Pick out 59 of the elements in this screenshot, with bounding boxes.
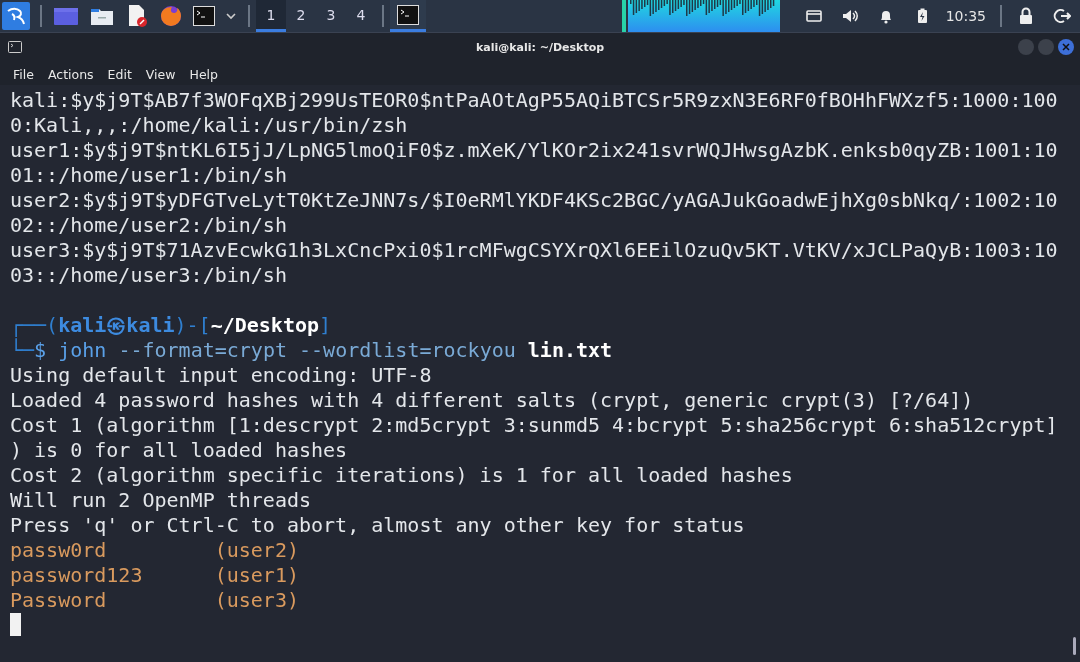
cracked-user: (user2)	[214, 538, 299, 562]
workspace-tab[interactable]: 1	[256, 0, 286, 32]
command-name: john	[58, 338, 107, 362]
close-icon	[1062, 43, 1070, 51]
text-cursor	[10, 613, 21, 636]
terminal-line: ) is 0 for all loaded hashes	[10, 438, 348, 462]
workspace-tab[interactable]: 2	[286, 0, 316, 32]
app-menu-button[interactable]	[2, 2, 30, 30]
prompt-frame: )-[	[174, 313, 211, 337]
terminal-line: user2:$y$j9T$yDFGTveLytT0KtZeJNN7s/$I0eRMlYKDF4KSc2BGC/yAGAJukGoadwEjhXg0sbNkq/:1002:10	[10, 188, 1058, 212]
command-file: lin.txt	[527, 338, 613, 362]
terminal-line: 0:Kali,,,:/home/kali:/usr/bin/zsh	[10, 113, 408, 137]
terminal-line: 03::/home/user3:/bin/sh	[10, 263, 287, 287]
clock[interactable]: 10:35	[945, 8, 986, 24]
terminal-line: Will run 2 OpenMP threads	[10, 488, 312, 512]
menu-item[interactable]: Help	[182, 66, 225, 82]
cracked-password: passw0rd	[10, 538, 108, 563]
prompt-user: kali	[58, 313, 107, 337]
command-arguments: --format=crypt --wordlist=rockyou	[118, 338, 516, 362]
prompt-sign: $	[34, 338, 47, 362]
cracked-user: (user1)	[214, 563, 299, 587]
terminal-task-button[interactable]	[390, 0, 426, 32]
cracked-password: Password	[10, 588, 108, 613]
terminal-line: kali:$y$j9T$AB7f3WOFqXBj299UsTEOR0$ntPaAOtAgP55AQiBTCSr5R9zxN3E6RF0fBOHhFWXzf5:1000:100	[10, 88, 1058, 112]
terminal-line: Using default input encoding: UTF-8	[10, 363, 432, 387]
workspace-tab[interactable]: 3	[316, 0, 346, 32]
menu-item[interactable]: View	[138, 66, 183, 82]
close-button[interactable]	[1058, 39, 1074, 55]
screen-icon[interactable]	[804, 7, 823, 25]
terminal-icon	[8, 41, 22, 53]
terminal-line: Loaded 4 password hashes with 4 different salts (crypt, generic crypt(3) [?/64])	[10, 388, 974, 412]
menu-item[interactable]: File	[6, 66, 41, 82]
logout-icon[interactable]	[1053, 7, 1071, 25]
chevron-down-icon[interactable]	[225, 10, 237, 22]
terminal-line: 02::/home/user2:/bin/sh	[10, 213, 287, 237]
workspace-tab[interactable]: 4	[346, 0, 376, 32]
prompt-path: ~/Desktop	[210, 313, 319, 337]
terminal-icon	[397, 4, 419, 25]
terminal-line: user1:$y$j9T$ntKL6I5jJ/LpNG5lmoQiF0$z.mXeK/YlKOr2ix241svrWQJHwsgAzbK.enksb0qyZB:1001:10	[10, 138, 1058, 162]
prompt-frame: ┌──(	[10, 313, 59, 337]
desktop-icon[interactable]	[53, 5, 79, 27]
terminal-line: 01::/home/user1:/bin/sh	[10, 163, 287, 187]
menu-item[interactable]: Actions	[40, 66, 101, 82]
prompt-frame: ]	[319, 313, 332, 337]
cracked-password: password123	[10, 563, 144, 588]
window-title: kali@kali: ~/Desktop	[475, 40, 605, 54]
prompt-frame: └─	[10, 338, 35, 362]
prompt-symbol: ㉿	[106, 313, 127, 337]
terminal-line: Press 'q' or Ctrl-C to abort, almost any other key for status	[10, 513, 745, 537]
prompt-host: kali	[126, 313, 175, 337]
menu-item[interactable]: Edit	[100, 66, 139, 82]
cracked-user: (user3)	[214, 588, 299, 612]
terminal-line: Cost 1 (algorithm [1:descrypt 2:md5crypt 3:sunmd5 4:bcrypt 5:sha256crypt 6:sha512crypt]	[10, 413, 1058, 437]
scrollbar-thumb[interactable]	[1073, 637, 1076, 655]
speaker-icon[interactable]	[840, 7, 859, 25]
terminal-icon[interactable]	[193, 6, 215, 26]
terminal-line: user3:$y$j9T$71AzvEcwkG1h3LxCncPxi0$1rcMFwgCSYXrQXl6EEilOzuQv5KT.VtKV/xJCLPaQyB:1003:10	[10, 238, 1058, 262]
lock-icon[interactable]	[1017, 7, 1035, 25]
terminal-line: Cost 2 (algorithm specific iterations) is 1 for all loaded hashes	[10, 463, 793, 487]
